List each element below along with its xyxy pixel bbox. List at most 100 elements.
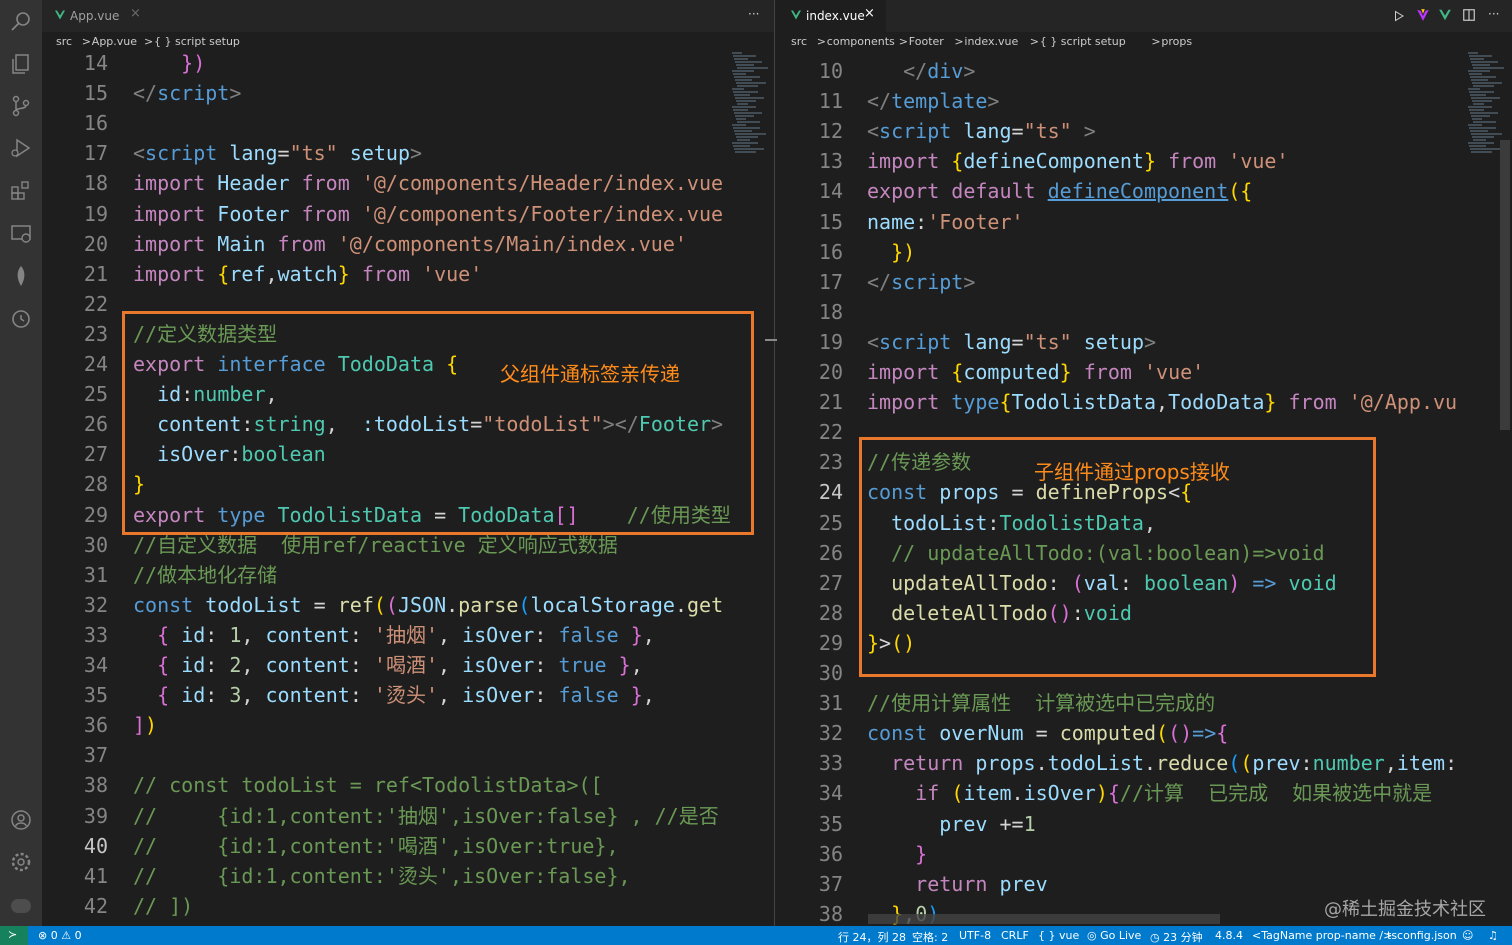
sash-handle[interactable] [765,339,777,341]
line-number: 28 [818,600,843,625]
breadcrumb-item[interactable]: { } script setup [154,35,240,48]
code-line[interactable]: 31 //做本地化存储 [42,560,774,590]
tab-app-vue[interactable]: App.vue × [42,0,147,32]
minimap-line [1473,121,1496,123]
tab-label: App.vue [70,9,120,23]
minimap-line [1468,88,1480,90]
timeline-icon[interactable] [9,306,33,330]
code-line[interactable]: 12 <script lang="ts" > [778,116,1512,146]
code-line[interactable]: 34 if (item.isOver){//计算 已完成 如果被选中就是 [778,778,1512,808]
run-icon[interactable] [1393,10,1405,22]
extensions-icon[interactable] [9,178,33,202]
breadcrumb-item[interactable]: src [791,35,807,48]
run-debug-icon[interactable] [9,136,33,160]
minimap-line [1468,70,1490,72]
code-line[interactable]: 21 import {ref,watch} from 'vue' [42,259,774,289]
code-line[interactable]: 10 </div> [778,56,1512,86]
tsconfig-link[interactable]: tsconfig.json [1387,929,1457,942]
more-actions-button[interactable]: ··· [748,7,759,21]
tab-index-vue[interactable]: index.vue × [778,0,886,32]
code-line[interactable]: 20 import {computed} from 'vue' [778,357,1512,387]
feedback-icon[interactable]: ☺ [1462,929,1473,942]
bell-icon[interactable]: ♫ [1488,929,1498,942]
code-line[interactable]: 21 import type{TodolistData,TodoData} fro… [778,387,1512,417]
code-line[interactable]: 16 [42,108,774,138]
code-line[interactable]: 17 <script lang="ts" setup> [42,138,774,168]
code-line[interactable]: 42 // ]) [42,891,774,921]
breadcrumb-item[interactable]: props [1161,35,1192,48]
code-line[interactable]: 33 return props.todoList.reduce((prev:nu… [778,748,1512,778]
breadcrumb-item[interactable]: src [56,35,72,48]
settings-icon[interactable] [9,850,33,874]
source-control-icon[interactable] [9,94,33,118]
code-line[interactable]: 35 prev +=1 [778,809,1512,839]
line-number: 23 [83,321,108,346]
timer[interactable]: ◷ 23 分钟 [1150,929,1203,945]
code-line[interactable]: 16 }) [778,237,1512,267]
problems-indicator[interactable]: ⊗ 0 ⚠ 0 [38,929,82,942]
code-line[interactable]: 11 </template> [778,86,1512,116]
code-line[interactable]: 35 { id: 3, content: '烫头', isOver: false… [42,680,774,710]
code-line[interactable]: 38 // const todoList = ref<TodolistData>(… [42,770,774,800]
code-line[interactable]: 36]) [42,710,774,740]
code-line[interactable]: 41 // {id:1,content:'烫头',isOver:false}, [42,861,774,891]
breadcrumb-item[interactable]: App.vue [92,35,137,48]
mongodb-icon[interactable] [9,264,33,288]
vue-preview-icon[interactable] [1438,8,1452,22]
close-icon[interactable]: × [130,6,141,21]
go-live-button[interactable]: ◎ Go Live [1087,929,1141,942]
account-icon[interactable] [9,808,33,832]
code-line[interactable]: 32 const todoList = ref((JSON.parse(local… [42,590,774,620]
ts-version[interactable]: 4.8.4 [1215,929,1243,942]
minimap-line [737,121,760,123]
encoding[interactable]: UTF-8 [959,929,991,942]
code-line[interactable]: 19 import Footer from '@/components/Foote… [42,199,774,229]
vite-icon[interactable] [1416,8,1430,22]
breadcrumb-separator: > [954,35,964,48]
left-minimap[interactable] [732,52,768,162]
code-line[interactable]: 18 import Header from '@/components/Heade… [42,168,774,198]
cursor-position[interactable]: 行 24，列 28 [838,929,906,945]
language-mode[interactable]: { } vue [1038,929,1079,942]
more-actions-button[interactable]: ··· [1488,7,1499,21]
close-icon[interactable]: × [864,6,875,21]
code-line[interactable]: 31 //使用计算属性 计算被选中已完成的 [778,688,1512,718]
code-line[interactable]: 14 export default defineComponent({ [778,176,1512,206]
line-ending[interactable]: CRLF [1001,929,1029,942]
horizontal-scrollbar-thumb[interactable] [868,914,1220,924]
minimap-line [1473,67,1504,69]
code-line[interactable]: 37 [42,740,774,770]
remote-explorer-icon[interactable] [9,222,33,246]
code-line[interactable]: 17 </script> [778,267,1512,297]
tag-name-case[interactable]: <TagName prop-name /> [1252,929,1392,942]
code-line[interactable]: 20 import Main from '@/components/Main/in… [42,229,774,259]
code-line[interactable]: 34 { id: 2, content: '喝酒', isOver: true … [42,650,774,680]
code-line[interactable]: 19 <script lang="ts" setup> [778,327,1512,357]
line-number: 13 [818,149,843,174]
minimap-line [735,133,766,135]
code-line[interactable]: 15 name:'Footer' [778,207,1512,237]
line-number: 20 [818,360,843,384]
code-text: }) [891,239,916,264]
breadcrumb-item[interactable]: components [827,35,895,48]
line-number: 17 [818,269,843,294]
code-line[interactable]: 18 [778,297,1512,327]
code-line[interactable]: 15 </script> [42,78,774,108]
code-line[interactable]: 33 { id: 1, content: '抽烟', isOver: false… [42,620,774,650]
code-line[interactable]: 14 }) [42,48,774,78]
code-line[interactable]: 13 import {defineComponent} from 'vue' [778,146,1512,176]
code-line[interactable]: 32 const overNum = computed(()=>{ [778,718,1512,748]
search-icon[interactable] [9,10,33,34]
breadcrumb-item[interactable]: Footer [909,35,944,48]
split-editor-icon[interactable] [1462,8,1476,22]
breadcrumb-item[interactable]: index.vue [964,35,1018,48]
code-line[interactable]: 40 // {id:1,content:'喝酒',isOver:true}, [42,831,774,861]
minimap-line [734,58,748,60]
breadcrumb-item[interactable]: { } script setup [1040,35,1126,48]
scrollbar-thumb[interactable] [1500,140,1510,430]
indentation[interactable]: 空格: 2 [912,929,948,945]
explorer-icon[interactable] [9,52,33,76]
right-minimap[interactable] [1468,52,1504,162]
code-line[interactable]: 39 // {id:1,content:'抽烟',isOver:false} , … [42,801,774,831]
code-line[interactable]: 36 } [778,839,1512,869]
